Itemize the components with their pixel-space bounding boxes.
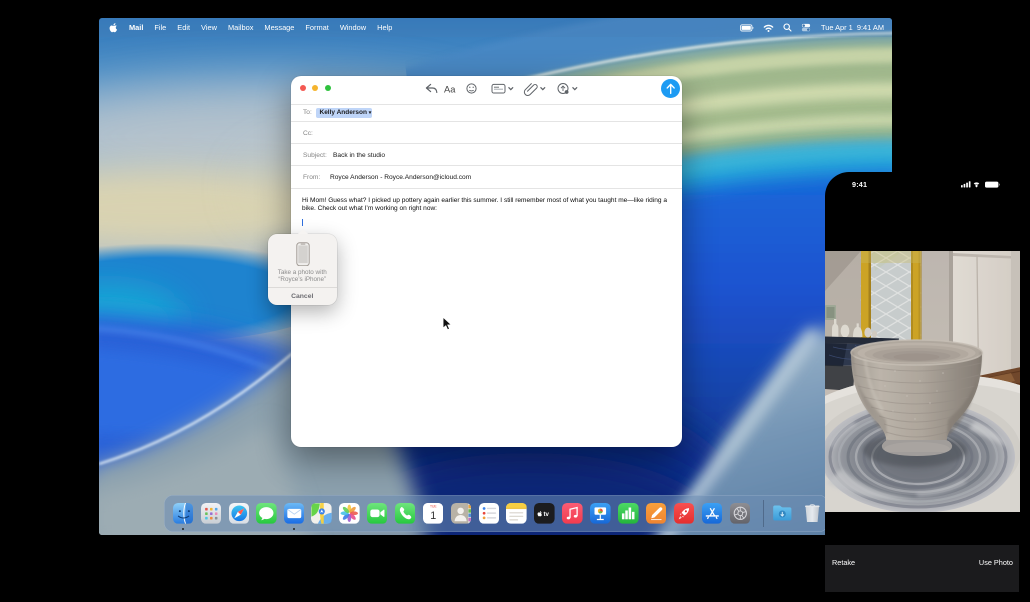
svg-text:Aa: Aa — [444, 84, 456, 94]
svg-text:TUE: TUE — [430, 505, 437, 509]
svg-text:1: 1 — [430, 510, 436, 522]
svg-text:tv: tv — [544, 511, 550, 518]
